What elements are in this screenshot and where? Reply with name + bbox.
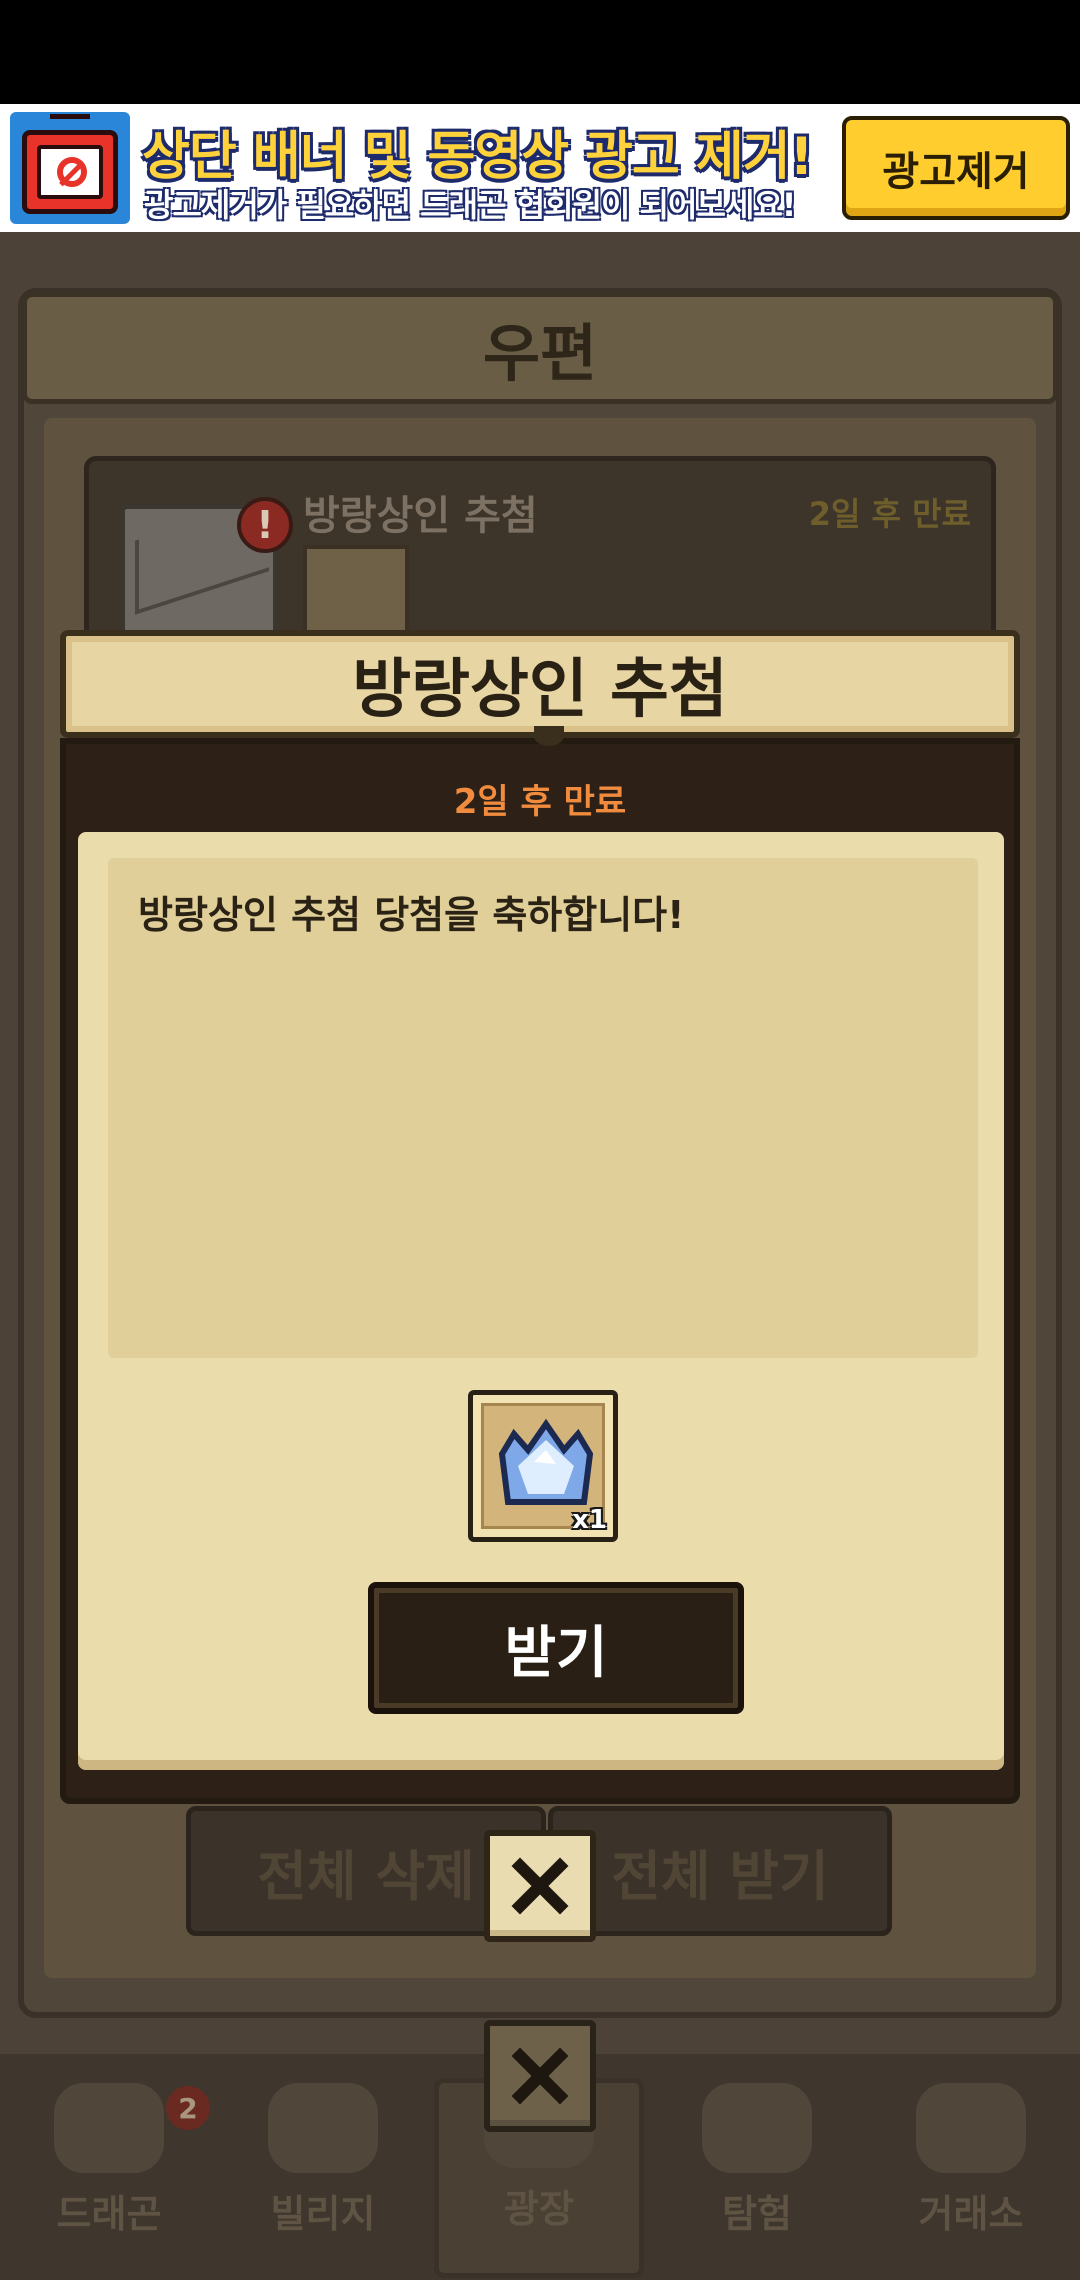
tab-label: 드래곤 [56,2192,162,2236]
notification-badge: 2 [166,2086,210,2130]
dialog-expiry: 2일 후 만료 [453,782,627,822]
tab-explore[interactable]: 탐험 [652,2078,862,2278]
status-bar [0,0,1080,104]
plaza-close-button[interactable] [484,2020,596,2132]
ad-title: 상단 배너 및 동영상 광고 제거! [142,127,813,187]
tab-exchange[interactable]: 거래소 [866,2078,1076,2278]
dialog-title: 방랑상인 추첨 [352,653,728,727]
screen: 상단 배너 및 동영상 광고 제거! 광고제거가 필요하면 드래곤 협회원이 되… [0,0,1080,2280]
mailbox-header: 우편 [22,292,1058,404]
alert-icon: ! [237,497,293,553]
ad-subtitle: 광고제거가 필요하면 드래곤 협회원이 되어보세요! [144,186,796,224]
mailbox-title: 우편 [482,317,598,390]
ad-banner[interactable]: 상단 배너 및 동영상 광고 제거! 광고제거가 필요하면 드래곤 협회원이 되… [0,104,1080,232]
mailbox-close-button[interactable] [484,1830,596,1942]
mail-item-reward-thumb [303,545,409,635]
mail-item-expiry: 2일 후 만료 [808,495,971,533]
village-icon [268,2083,378,2173]
tab-dragon[interactable]: 드래곤 2 [4,2078,214,2278]
dialog-paper: 방랑상인 추첨 당첨을 축하합니다! x1 받기 [78,832,1004,1770]
dialog-message: 방랑상인 추첨 당첨을 축하합니다! [138,893,685,937]
receive-all-button[interactable]: 전체 받기 [548,1806,892,1936]
reward-item[interactable]: x1 [468,1390,618,1542]
mail-detail-dialog: 2일 후 만료 방랑상인 추첨 당첨을 축하합니다! x1 받기 [60,738,1020,1804]
compass-icon [702,2083,812,2173]
close-icon [511,1857,569,1915]
message-box: 방랑상인 추첨 당첨을 축하합니다! [108,858,978,1358]
receive-button[interactable]: 받기 [368,1582,744,1714]
tab-label: 광장 [504,2187,574,2231]
dialog-title-bar: 방랑상인 추첨 [60,630,1020,746]
no-ads-tv-icon [10,112,130,224]
scales-icon [916,2083,1026,2173]
remove-ads-button[interactable]: 광고제거 [842,116,1070,220]
tab-village[interactable]: 빌리지 [218,2078,428,2278]
dragon-icon [54,2083,164,2173]
close-icon [511,2047,569,2105]
tab-label: 거래소 [918,2192,1024,2236]
mail-item-title: 방랑상인 추첨 [303,493,538,539]
tab-label: 빌리지 [270,2192,376,2236]
reward-quantity: x1 [572,1505,607,1535]
tab-label: 탐험 [722,2192,792,2236]
